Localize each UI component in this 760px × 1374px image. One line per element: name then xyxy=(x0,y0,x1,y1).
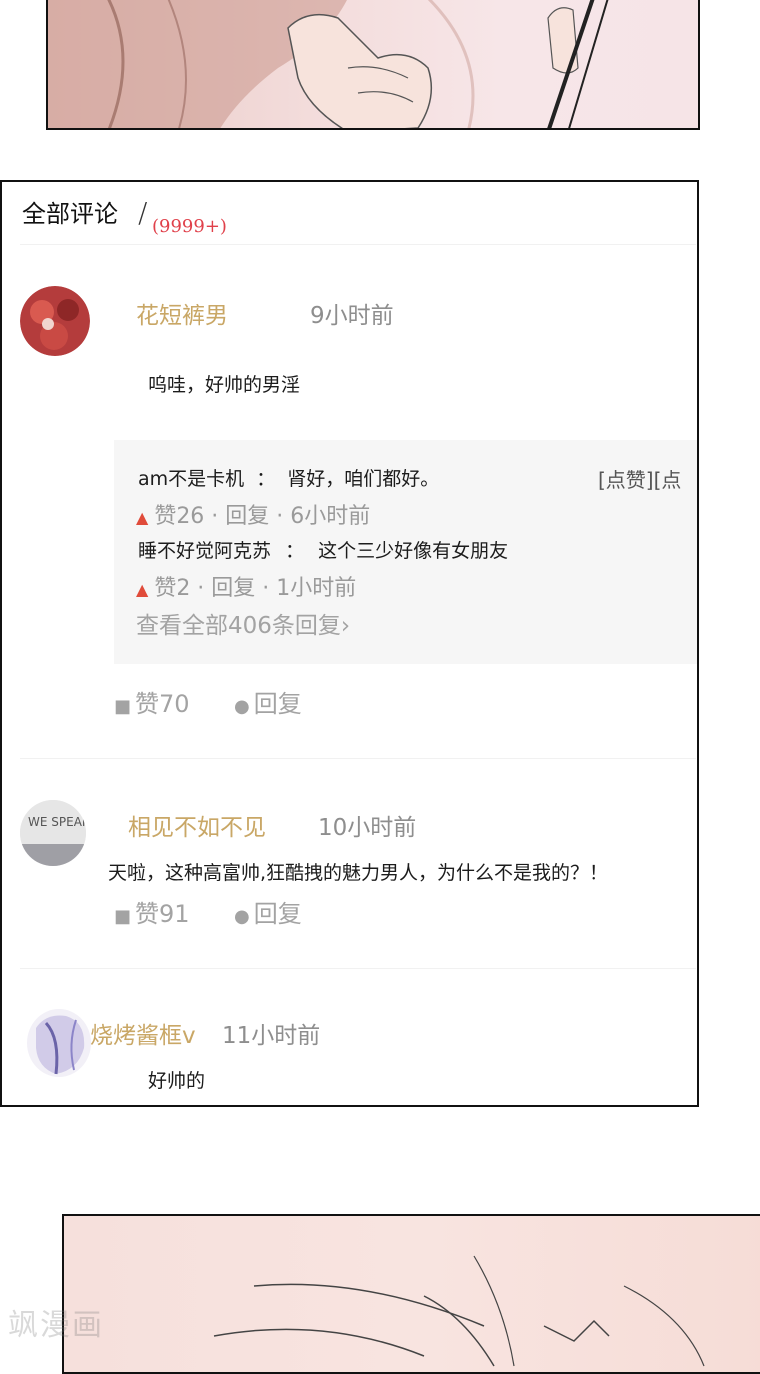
reply-item: am不是卡机 ： 肾好，咱们都好。 xyxy=(138,464,439,491)
comic-panel-top xyxy=(46,0,700,130)
comment-count: (9999+) xyxy=(152,216,227,237)
avatar[interactable] xyxy=(26,1008,92,1078)
comment-username[interactable]: 烧烤酱框v xyxy=(90,1016,196,1050)
reply-button[interactable]: ● 回复 xyxy=(234,894,302,929)
watermark: 飒漫画 xyxy=(8,1308,104,1343)
comment-text: 好帅的 xyxy=(148,1070,206,1092)
comment-time: 11小时前 xyxy=(222,1023,321,1049)
avatar-image-icon xyxy=(27,1009,91,1077)
like-button[interactable]: ■ 赞70 xyxy=(114,684,190,719)
comment-username[interactable]: 花短裤男 xyxy=(136,296,228,330)
thumbs-up-icon: ■ xyxy=(114,906,132,927)
reply-meta-text[interactable]: 赞26 · 回复 · 6小时前 xyxy=(154,504,370,529)
reply-text: 这个三少好像有女朋友 xyxy=(318,540,509,562)
comment-text: 呜哇，好帅的男淫 xyxy=(148,374,301,396)
speech-bubble-icon: ● xyxy=(234,906,250,927)
comment-time: 10小时前 xyxy=(318,815,417,841)
avatar-image-icon xyxy=(20,286,90,356)
like-button[interactable]: ■ 赞91 xyxy=(114,894,190,929)
reply-box: am不是卡机 ： 肾好，咱们都好。 [点赞][点 ▲ 赞26 · 回复 · 6小时… xyxy=(114,440,697,664)
reply-meta-text[interactable]: 赞2 · 回复 · 1小时前 xyxy=(154,576,356,601)
reply-username[interactable]: 睡不好觉阿克苏 xyxy=(138,540,271,562)
like-count: 赞91 xyxy=(135,900,190,928)
divider xyxy=(20,758,696,759)
reply-item: 睡不好觉阿克苏 ： 这个三少好像有女朋友 xyxy=(138,536,508,563)
reply-username[interactable]: am不是卡机 xyxy=(138,468,244,490)
divider xyxy=(20,968,696,969)
avatar-text: WE SPEAK xyxy=(28,815,86,829)
avatar[interactable] xyxy=(20,286,90,356)
reply-label: 回复 xyxy=(253,690,302,718)
reply-like-actions[interactable]: [点赞][点 xyxy=(598,464,681,493)
section-title: 全部评论 xyxy=(22,200,118,228)
section-separator: / xyxy=(138,196,148,229)
comic-panel-bottom xyxy=(62,1214,760,1374)
comic-illustration-top xyxy=(48,0,609,128)
reply-separator: ： xyxy=(256,468,276,490)
flame-icon: ▲ xyxy=(136,580,149,599)
comment-username[interactable]: 相见不如不见 xyxy=(128,808,266,842)
reply-button[interactable]: ● 回复 xyxy=(234,684,302,719)
comment-text: 天啦，这种高富帅,狂酷拽的魅力男人，为什么不是我的？！ xyxy=(108,862,609,884)
comment-section: 全部评论 / (9999+) 花短裤男 9小时前 呜哇，好帅的男淫 am不是卡机… xyxy=(0,180,699,1107)
comic-illustration-bottom xyxy=(213,1255,705,1367)
thumbs-up-icon: ■ xyxy=(114,696,132,717)
reply-separator: ： xyxy=(285,540,305,562)
view-all-replies-link[interactable]: 查看全部406条回复› xyxy=(136,606,350,640)
avatar[interactable]: WE SPEAK xyxy=(20,800,86,866)
speech-bubble-icon: ● xyxy=(234,696,250,717)
reply-label: 回复 xyxy=(253,900,302,928)
comment-time: 9小时前 xyxy=(310,303,394,329)
flame-icon: ▲ xyxy=(136,508,149,527)
like-count: 赞70 xyxy=(135,690,190,718)
avatar-image-icon: WE SPEAK xyxy=(20,800,86,866)
reply-text: 肾好，咱们都好。 xyxy=(287,468,440,490)
divider xyxy=(20,244,696,245)
reply-meta: ▲ 赞26 · 回复 · 6小时前 xyxy=(136,498,370,530)
reply-meta: ▲ 赞2 · 回复 · 1小时前 xyxy=(136,570,356,602)
